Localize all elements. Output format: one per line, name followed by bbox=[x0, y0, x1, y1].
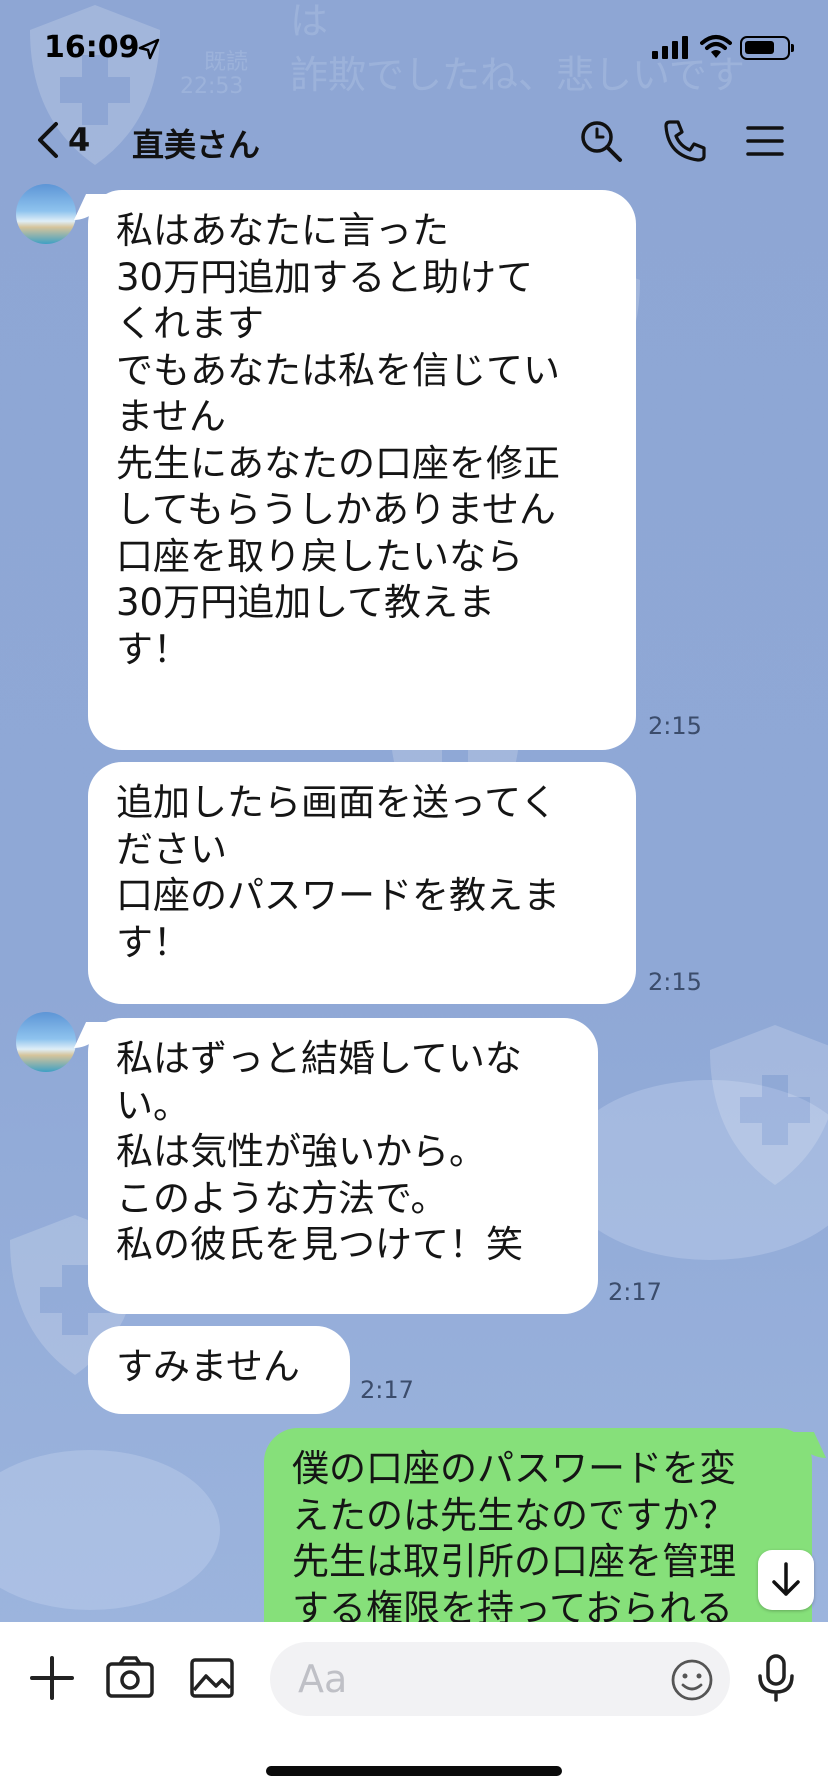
location-arrow-icon bbox=[138, 38, 160, 60]
scroll-to-bottom-button[interactable] bbox=[758, 1550, 814, 1610]
message-bubble: 追加したら画面を送ってく ださい 口座のパスワードを教えま す！ bbox=[88, 762, 636, 1004]
arrow-down-icon bbox=[772, 1562, 800, 1596]
message-bubble: 私はあなたに言った 30万円追加すると助けて くれます でもあなたは私を信じてい… bbox=[88, 190, 636, 750]
avatar[interactable] bbox=[16, 184, 76, 244]
message-bubble: 私はずっと結婚していな い。 私は気性が強いから。 このような方法で。 私の彼氏… bbox=[88, 1018, 598, 1314]
chat-header: 4 直美さん bbox=[0, 100, 828, 182]
message-time: 2:17 bbox=[360, 1376, 414, 1404]
battery-icon bbox=[740, 36, 794, 60]
emoji-icon[interactable] bbox=[670, 1658, 714, 1702]
home-indicator bbox=[266, 1766, 562, 1776]
menu-icon[interactable] bbox=[740, 116, 790, 166]
plus-icon[interactable] bbox=[24, 1650, 80, 1706]
camera-icon[interactable] bbox=[102, 1650, 158, 1706]
background-cloud bbox=[0, 1450, 220, 1610]
message-time: 2:15 bbox=[648, 712, 702, 740]
wifi-icon bbox=[700, 35, 732, 58]
status-bar: 16:09 bbox=[0, 0, 828, 100]
chevron-left-icon bbox=[38, 122, 58, 158]
watermark-shield-icon bbox=[710, 1025, 828, 1185]
status-time: 16:09 bbox=[44, 30, 140, 65]
image-icon[interactable] bbox=[184, 1650, 240, 1706]
unread-count: 4 bbox=[68, 121, 91, 159]
input-bar bbox=[0, 1622, 828, 1792]
chat-title: 直美さん bbox=[132, 126, 261, 164]
message-bubble: すみません bbox=[88, 1326, 350, 1414]
message-time: 2:17 bbox=[608, 1278, 662, 1306]
search-icon[interactable] bbox=[576, 116, 626, 166]
message-input[interactable] bbox=[270, 1642, 730, 1716]
back-button[interactable]: 4 bbox=[34, 120, 90, 160]
phone-icon[interactable] bbox=[660, 116, 710, 166]
message-time: 2:15 bbox=[648, 968, 702, 996]
cellular-signal-icon bbox=[652, 36, 688, 59]
avatar[interactable] bbox=[16, 1012, 76, 1072]
microphone-icon[interactable] bbox=[748, 1650, 804, 1706]
